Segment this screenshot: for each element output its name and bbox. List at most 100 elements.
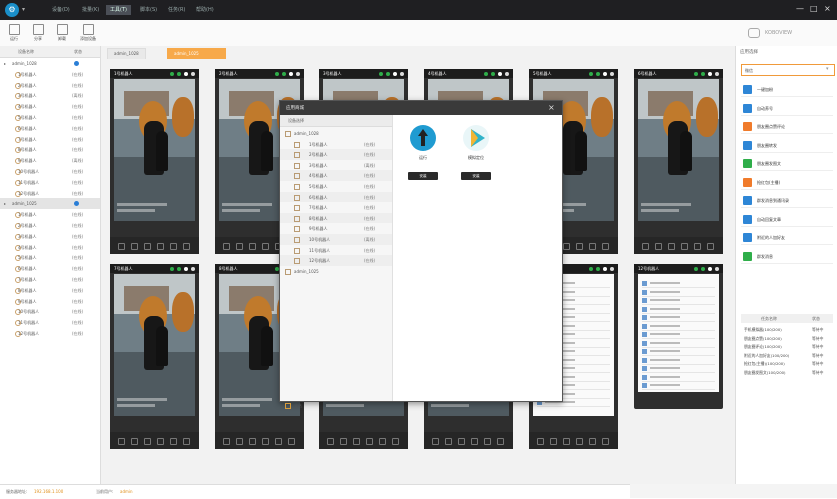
phone-control-icon[interactable] [445, 438, 452, 445]
location-app-icon[interactable] [463, 125, 489, 151]
dialog-group-row[interactable]: admin_1028 [280, 128, 392, 139]
phone-control-icon[interactable] [183, 438, 190, 445]
menu-script[interactable]: 脚本(S) [136, 5, 161, 15]
device-row[interactable]: 3号机器人 (在线) [0, 231, 100, 242]
menu-tools[interactable]: 工具(T) [106, 5, 131, 15]
phone-control-icon[interactable] [432, 438, 439, 445]
phone-status-icon[interactable] [282, 72, 286, 76]
phone-control-icon[interactable] [236, 243, 243, 250]
minimize-button[interactable]: — [796, 4, 804, 13]
run-tool-button[interactable]: 运行 [3, 24, 25, 44]
device-row[interactable]: 11号机器人 (在线) [0, 177, 100, 188]
location-app-install-button[interactable]: 安装 [461, 172, 491, 180]
phone-control-icon[interactable] [563, 243, 570, 250]
phone-status-icon[interactable] [505, 72, 509, 76]
dialog-device-row[interactable]: 12号机器人 (在线) [280, 255, 392, 266]
group-checkbox[interactable] [285, 131, 291, 137]
phone-status-icon[interactable] [589, 72, 593, 76]
phone-status-icon[interactable] [386, 72, 390, 76]
dialog-device-row[interactable]: 2号机器人 (在线) [280, 149, 392, 160]
function-item[interactable]: 自动回复文章 [741, 212, 833, 227]
phone-status-icon[interactable] [708, 72, 712, 76]
phone-status-icon[interactable] [491, 72, 495, 76]
dialog-group-row[interactable]: admin_1025 [280, 266, 392, 277]
phone-control-icon[interactable] [275, 438, 282, 445]
task-row[interactable]: 抢红包(主播)(100/200) 等待中 [741, 359, 833, 368]
group-checkbox[interactable] [285, 268, 291, 275]
phone-control-icon[interactable] [366, 438, 373, 445]
tree-group[interactable]: ▸ admin_1025 [0, 198, 100, 210]
phone-status-icon[interactable] [694, 267, 698, 271]
menu-task[interactable]: 任务(R) [164, 5, 189, 15]
dialog-device-row[interactable]: 7号机器人 (在线) [280, 202, 392, 213]
phone-status-icon[interactable] [701, 267, 705, 271]
phone-control-icon[interactable] [379, 438, 386, 445]
phone-control-icon[interactable] [576, 438, 583, 445]
device-row[interactable]: 12号机器人 (在线) [0, 188, 100, 199]
function-item[interactable]: 抢红包(主播) [741, 175, 833, 190]
device-phone-view[interactable]: 1号机器人 [110, 69, 199, 254]
device-row[interactable]: 3号机器人 (离线) [0, 90, 100, 101]
device-checkbox[interactable] [294, 152, 300, 159]
device-checkbox[interactable] [294, 258, 300, 265]
task-row[interactable]: 附近的人加好友(100/200) 等待中 [741, 351, 833, 360]
device-phone-view[interactable]: 7号机器人 [110, 264, 199, 449]
phone-status-icon[interactable] [596, 267, 600, 271]
phone-control-icon[interactable] [576, 243, 583, 250]
device-row[interactable]: 7号机器人 (在线) [0, 134, 100, 145]
device-row[interactable]: 8号机器人 (在线) [0, 285, 100, 296]
function-item[interactable]: 群发消息到通讯录 [741, 193, 833, 208]
device-row[interactable]: 5号机器人 (在线) [0, 112, 100, 123]
phone-control-icon[interactable] [681, 243, 688, 250]
chevron-down-icon[interactable]: ▾ [22, 6, 25, 13]
add-device-tool-button[interactable]: 添加设备 [75, 24, 101, 44]
dialog-device-row[interactable]: 6号机器人 (在线) [280, 191, 392, 203]
dialog-device-row[interactable]: 1号机器人 (在线) [280, 139, 392, 150]
phone-status-icon[interactable] [177, 72, 181, 76]
expand-toggle-icon[interactable]: ▸ [4, 201, 6, 206]
phone-control-icon[interactable] [589, 438, 596, 445]
phone-control-icon[interactable] [118, 243, 125, 250]
phone-status-icon[interactable] [170, 72, 174, 76]
device-checkbox[interactable] [294, 215, 300, 222]
phone-status-icon[interactable] [498, 72, 502, 76]
phone-status-icon[interactable] [400, 72, 404, 76]
function-item[interactable]: 朋友圈点赞评论 [741, 119, 833, 134]
phone-control-icon[interactable] [223, 438, 230, 445]
phone-control-icon[interactable] [642, 243, 649, 250]
phone-control-icon[interactable] [144, 243, 151, 250]
function-item[interactable]: 自动养号 [741, 101, 833, 116]
phone-control-icon[interactable] [563, 438, 570, 445]
device-row[interactable]: 2号机器人 (在线) [0, 220, 100, 231]
tab-admin-1028[interactable]: admin_1028 [107, 48, 146, 59]
phone-status-icon[interactable] [191, 72, 195, 76]
function-item[interactable]: 附近的人加好友 [741, 230, 833, 245]
device-checkbox[interactable] [294, 141, 300, 148]
phone-control-icon[interactable] [236, 438, 243, 445]
phone-control-icon[interactable] [353, 438, 360, 445]
close-button[interactable]: × [824, 4, 831, 13]
phone-status-icon[interactable] [715, 72, 719, 76]
device-row[interactable]: 10号机器人 (在线) [0, 166, 100, 177]
phone-status-icon[interactable] [694, 72, 698, 76]
dialog-device-row[interactable]: 5号机器人 (在线) [280, 181, 392, 192]
phone-control-icon[interactable] [170, 438, 177, 445]
menu-batch[interactable]: 批量(K) [78, 5, 103, 15]
phone-control-icon[interactable] [589, 243, 596, 250]
device-row[interactable]: 8号机器人 (在线) [0, 144, 100, 155]
dialog-device-row[interactable]: 3号机器人 (离线) [280, 160, 392, 171]
phone-screen[interactable] [114, 79, 195, 221]
phone-control-icon[interactable] [118, 438, 125, 445]
device-row[interactable]: 4号机器人 (在线) [0, 242, 100, 253]
phone-control-icon[interactable] [183, 243, 190, 250]
phone-status-icon[interactable] [170, 267, 174, 271]
phone-control-icon[interactable] [288, 438, 295, 445]
maximize-button[interactable]: □ [810, 4, 818, 13]
device-checkbox[interactable] [294, 184, 300, 190]
phone-status-icon[interactable] [701, 72, 705, 76]
phone-control-icon[interactable] [131, 243, 138, 250]
phone-status-icon[interactable] [596, 72, 600, 76]
device-row[interactable]: 10号机器人 (在线) [0, 306, 100, 317]
phone-screen[interactable] [638, 79, 719, 221]
phone-control-icon[interactable] [497, 438, 504, 445]
